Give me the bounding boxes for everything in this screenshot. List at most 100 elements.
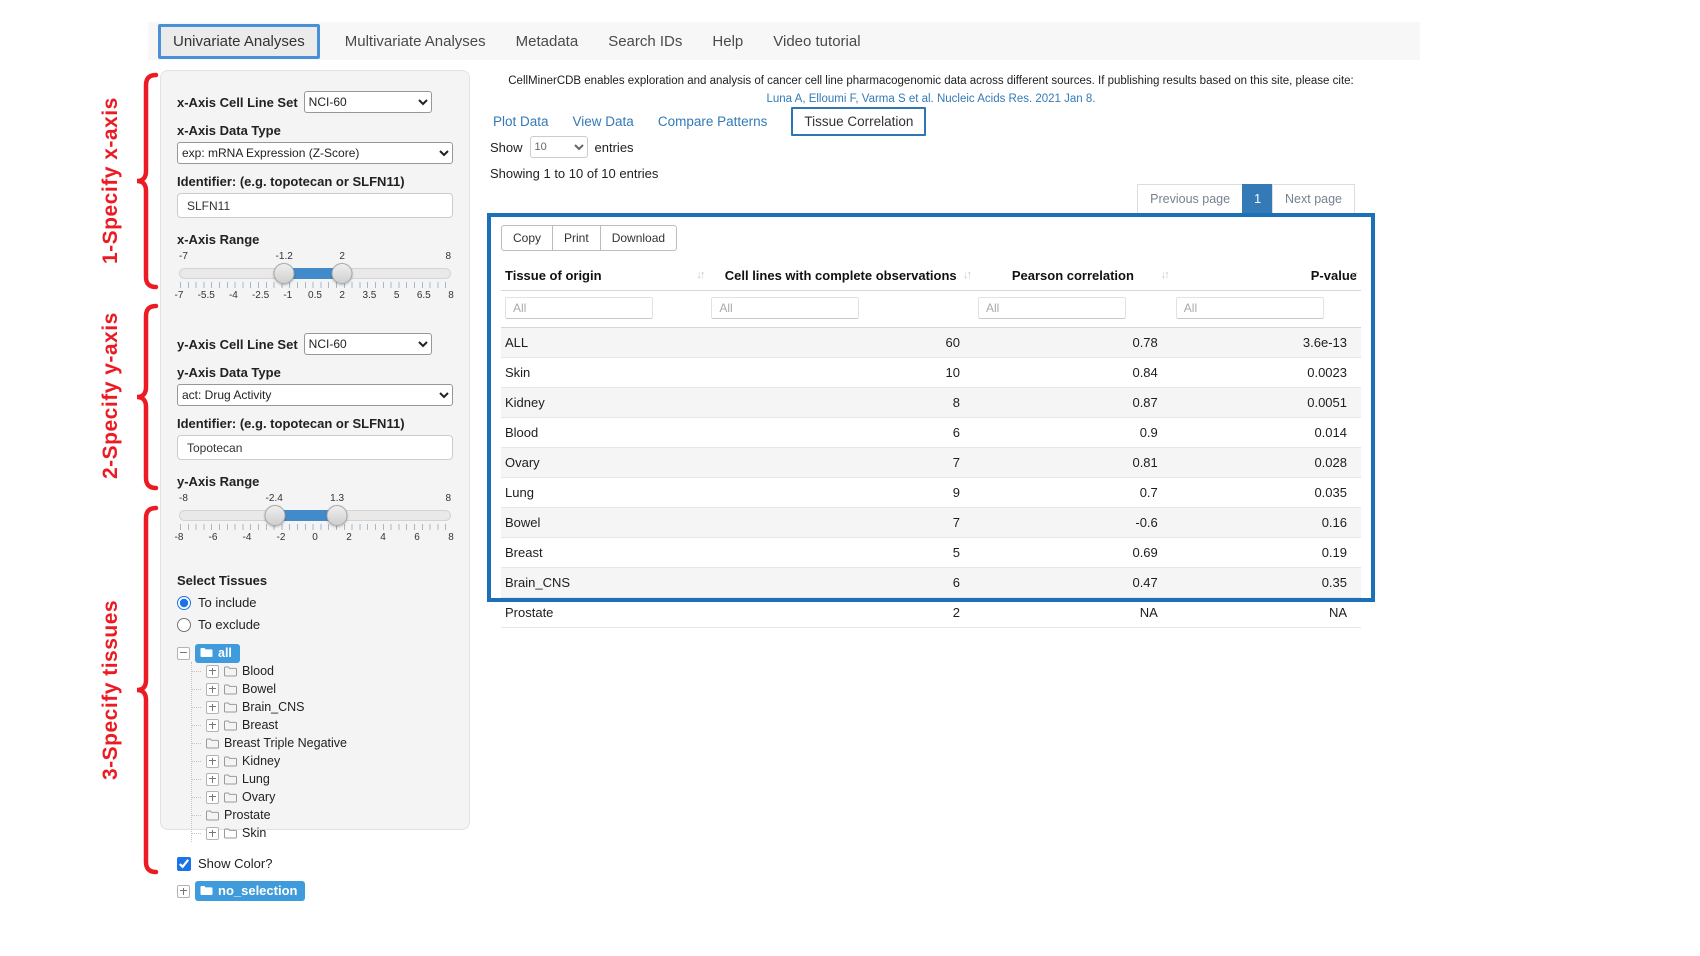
y-identifier-input[interactable] [177, 435, 453, 460]
slider-handle-from[interactable] [274, 263, 295, 284]
annotation-step3-label: 3-Specify tissues [96, 505, 126, 875]
folder-open-icon [200, 647, 213, 658]
entries-select[interactable]: 10 [530, 136, 588, 158]
x-data-type-select[interactable]: exp: mRNA Expression (Z-Score) [177, 142, 453, 164]
show-color-checkbox[interactable] [177, 857, 191, 871]
column-header-p-value[interactable]: P-value↓↑ [1172, 261, 1361, 291]
filter-input-pearson-correlation[interactable] [978, 297, 1126, 319]
filter-input-p-value[interactable] [1176, 297, 1324, 319]
y-data-type-select[interactable]: act: Drug Activity [177, 384, 453, 406]
column-header-cell-lines-with-complete-observations[interactable]: Cell lines with complete observations↓↑ [707, 261, 974, 291]
slider-handle-to[interactable] [326, 505, 347, 526]
expand-icon[interactable] [206, 665, 219, 678]
tree-node-label: Blood [242, 664, 274, 678]
tree-node-prostate[interactable]: Prostate [205, 806, 453, 824]
tab-tissue-correlation[interactable]: Tissue Correlation [791, 107, 926, 136]
table-cell: Ovary [501, 448, 707, 478]
annotation-step2-label: 2-Specify y-axis [96, 300, 126, 492]
sort-icon[interactable]: ↓↑ [696, 269, 703, 281]
table-cell: Breast [501, 538, 707, 568]
tick-label: -2.5 [252, 290, 269, 301]
sort-icon[interactable]: ↓↑ [1161, 269, 1168, 281]
table-row: Blood60.90.014 [501, 418, 1361, 448]
print-button[interactable]: Print [552, 225, 601, 251]
nav-item-help[interactable]: Help [697, 33, 758, 50]
table-cell: 0.7 [974, 478, 1172, 508]
tree-node-no-selection-label[interactable]: no_selection [195, 881, 305, 901]
tick-label: 3.5 [362, 290, 376, 301]
folder-icon [224, 792, 237, 803]
x-range-label: x-Axis Range [177, 232, 453, 247]
to-include-radio[interactable] [177, 596, 191, 610]
table-cell: 0.84 [974, 358, 1172, 388]
export-buttons: CopyPrintDownload [501, 225, 1361, 251]
expand-icon[interactable] [206, 773, 219, 786]
to-include-label: To include [198, 595, 257, 610]
x-identifier-input[interactable] [177, 193, 453, 218]
column-header-tissue-of-origin[interactable]: Tissue of origin↓↑ [501, 261, 707, 291]
download-button[interactable]: Download [600, 225, 677, 251]
expand-icon[interactable] [177, 885, 190, 898]
slider-track[interactable] [179, 268, 451, 279]
tree-node-breast[interactable]: Breast [205, 716, 453, 734]
y-range-slider[interactable]: -8-2.41.38-8-6-4-202468 [179, 493, 451, 549]
to-exclude-radio[interactable] [177, 618, 191, 632]
expand-icon[interactable] [206, 755, 219, 768]
x-cell-line-set-select[interactable]: NCI-60 [304, 91, 432, 113]
table-row: Brain_CNS60.470.35 [501, 568, 1361, 598]
expand-icon[interactable] [206, 827, 219, 840]
tree-node-brain-cns[interactable]: Brain_CNS [205, 698, 453, 716]
nav-item-search-ids[interactable]: Search IDs [593, 33, 697, 50]
tree-node-kidney[interactable]: Kidney [205, 752, 453, 770]
tab-plot-data[interactable]: Plot Data [493, 114, 549, 129]
x-range-slider[interactable]: -7-1.228-7-5.5-4-2.5-10.523.556.58 [179, 251, 451, 307]
collapse-icon[interactable] [177, 647, 190, 660]
filter-input-cell-lines-with-complete-observations[interactable] [711, 297, 859, 319]
nav-item-video-tutorial[interactable]: Video tutorial [758, 33, 875, 50]
filter-input-tissue-of-origin[interactable] [505, 297, 653, 319]
expand-icon[interactable] [206, 719, 219, 732]
table-cell: 7 [707, 508, 974, 538]
tab-view-data[interactable]: View Data [573, 114, 634, 129]
sort-icon[interactable]: ↓↑ [963, 269, 970, 281]
table-cell: 60 [707, 328, 974, 358]
tree-node-lung[interactable]: Lung [205, 770, 453, 788]
slider-track[interactable] [179, 510, 451, 521]
tree-node-label: Ovary [242, 790, 275, 804]
tree-node-bowel[interactable]: Bowel [205, 680, 453, 698]
table-filter-row [501, 291, 1361, 328]
tree-node-breast-triple-negative[interactable]: Breast Triple Negative [205, 734, 453, 752]
nav-item-univariate-analyses[interactable]: Univariate Analyses [158, 24, 320, 59]
nav-item-multivariate-analyses[interactable]: Multivariate Analyses [330, 33, 501, 50]
citation-link[interactable]: Luna A, Elloumi F, Varma S et al. Nuclei… [767, 93, 1096, 105]
previous-page-button[interactable]: Previous page [1137, 184, 1243, 214]
tree-node-label: Brain_CNS [242, 700, 305, 714]
table-cell: 0.35 [1172, 568, 1361, 598]
tick-label: 5 [394, 290, 400, 301]
range-min-label: -7 [179, 251, 188, 262]
slider-handle-from[interactable] [264, 505, 285, 526]
y-cell-line-set-select[interactable]: NCI-60 [304, 333, 432, 355]
tick-label: 8 [448, 290, 454, 301]
tab-compare-patterns[interactable]: Compare Patterns [658, 114, 768, 129]
next-page-button[interactable]: Next page [1272, 184, 1355, 214]
tree-node-all[interactable]: all [177, 644, 453, 662]
expand-icon[interactable] [206, 683, 219, 696]
tree-node-all-label[interactable]: all [195, 644, 240, 663]
sort-icon[interactable]: ↓↑ [1350, 269, 1357, 281]
slider-handle-to[interactable] [332, 263, 353, 284]
folder-icon [224, 720, 237, 731]
table-row: Skin100.840.0023 [501, 358, 1361, 388]
expand-icon[interactable] [206, 701, 219, 714]
current-page-button[interactable]: 1 [1242, 184, 1273, 214]
table-cell: 0.69 [974, 538, 1172, 568]
tree-node-ovary[interactable]: Ovary [205, 788, 453, 806]
expand-icon[interactable] [206, 791, 219, 804]
tree-node-no-selection[interactable]: no_selection [177, 881, 453, 901]
tree-node-blood[interactable]: Blood [205, 662, 453, 680]
copy-button[interactable]: Copy [501, 225, 553, 251]
tick-label: -4 [243, 532, 252, 543]
tree-node-skin[interactable]: Skin [205, 824, 453, 842]
column-header-pearson-correlation[interactable]: Pearson correlation↓↑ [974, 261, 1172, 291]
nav-item-metadata[interactable]: Metadata [501, 33, 594, 50]
